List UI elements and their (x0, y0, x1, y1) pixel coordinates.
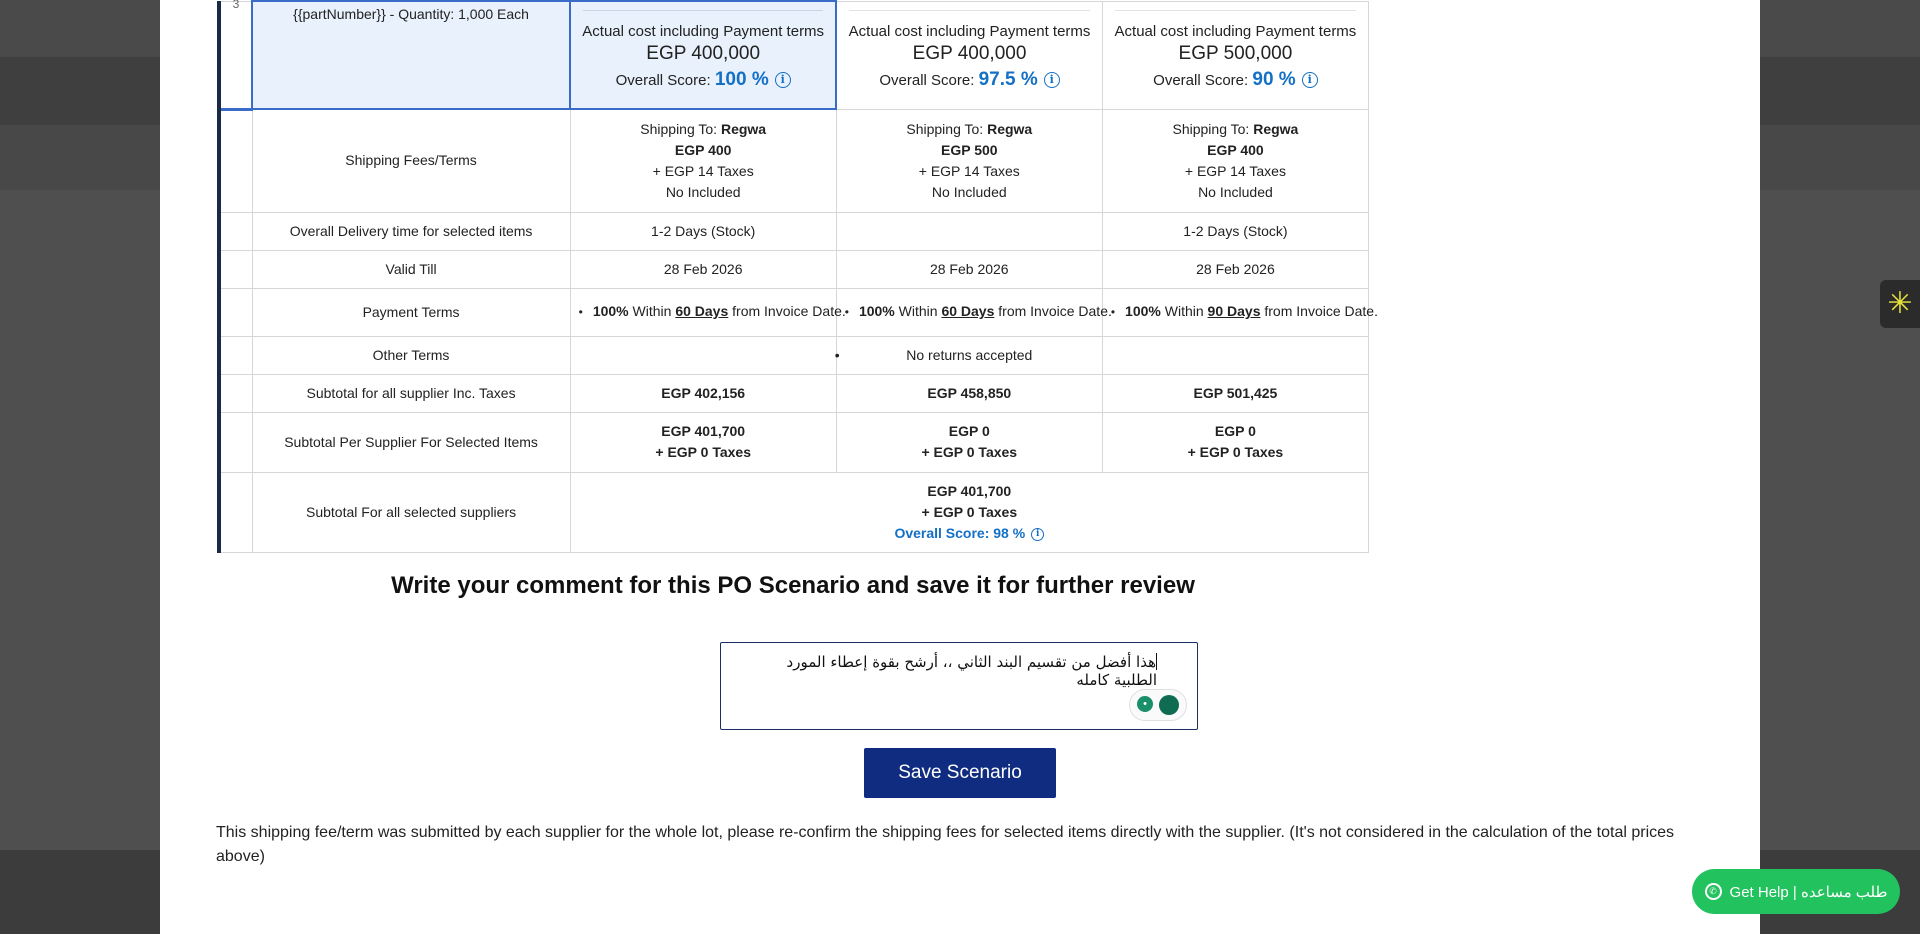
row-label: Shipping Fees/Terms (251, 108, 571, 213)
overall-score: Overall Score: 100 % i (575, 69, 831, 91)
subtotal-cell: EGP 458,850 (835, 373, 1103, 413)
delivery-cell: 1-2 Days (Stock) (569, 211, 837, 251)
valid-till-cell: 28 Feb 2026 (1101, 249, 1370, 289)
get-help-button[interactable]: ✆ Get Help | طلب مساعده (1692, 869, 1900, 914)
payment-term-cell: • 100% Within 90 Days from Invoice Date. (1101, 287, 1378, 337)
valid-till-row: Valid Till 28 Feb 2026 28 Feb 2026 28 Fe… (217, 249, 1370, 289)
cost-label: Actual cost including Payment terms (1114, 22, 1357, 40)
overall-score-total: Overall Score: 98 % (894, 524, 1026, 541)
subtotal-selected-row: Subtotal Per Supplier For Selected Items… (217, 411, 1370, 473)
overall-score: Overall Score: 97.5 % i (841, 69, 1098, 91)
cost-label: Actual cost including Payment terms (582, 23, 825, 40)
supplier-2-cost-cell[interactable]: Actual cost including Payment terms EGP … (835, 0, 1103, 110)
row-label: Other Terms (251, 335, 571, 375)
shipping-cell: Shipping To: Regwa EGP 400 + EGP 14 Taxe… (1101, 108, 1370, 213)
comment-textarea[interactable]: هذا أفضل من تقسيم البند الثاني ،، أرشح ب… (720, 642, 1198, 730)
subtotal-selected-cell: EGP 0 + EGP 0 Taxes (835, 411, 1103, 473)
shipping-cell: Shipping To: Regwa EGP 500 + EGP 14 Taxe… (835, 108, 1103, 213)
info-icon[interactable]: i (774, 72, 791, 88)
sparkle-widget-icon[interactable]: ✳ (1880, 280, 1920, 328)
valid-till-cell: 28 Feb 2026 (835, 249, 1103, 289)
shipping-cell: Shipping To: Regwa EGP 400 + EGP 14 Taxe… (569, 108, 837, 213)
grammarly-icon[interactable] (1159, 695, 1179, 715)
delivery-cell (835, 211, 1103, 251)
cost-value: EGP 500,000 (1178, 42, 1293, 64)
row-label: Subtotal For all selected suppliers (251, 471, 571, 553)
shipping-row: Shipping Fees/Terms Shipping To: Regwa E… (217, 108, 1370, 213)
comment-title: Write your comment for this PO Scenario … (391, 572, 1195, 599)
grammarly-widget[interactable]: • (1129, 689, 1187, 721)
comparison-table: 3 {{partNumber}} - Quantity: 1,000 Each … (217, 0, 1378, 553)
supplier-3-cost-cell[interactable]: Actual cost including Payment terms EGP … (1101, 0, 1370, 110)
subtotal-suppliers-row: Subtotal For all selected suppliers EGP … (217, 471, 1370, 553)
other-terms-row: Other Terms • No returns accepted (217, 335, 1370, 375)
payment-terms-row: Payment Terms • 100% Within 60 Days from … (217, 287, 1378, 337)
info-icon[interactable]: i (1043, 71, 1060, 88)
item-row: 3 {{partNumber}} - Quantity: 1,000 Each … (217, 0, 1370, 111)
item-description: {{partNumber}} - Quantity: 1,000 Each (250, 0, 572, 110)
text-caret (1156, 653, 1157, 670)
cost-value: EGP 400,000 (646, 43, 761, 64)
row-label: Overall Delivery time for selected items (251, 211, 571, 251)
subtotal-selected-cell: EGP 0 + EGP 0 Taxes (1101, 411, 1370, 473)
row-label: Payment Terms (251, 287, 571, 337)
subtotal-cell: EGP 501,425 (1101, 373, 1370, 413)
save-scenario-button[interactable]: Save Scenario (864, 748, 1056, 798)
delivery-cell: 1-2 Days (Stock) (1101, 211, 1370, 251)
subtotal-selected-cell: EGP 401,700 + EGP 0 Taxes (569, 411, 837, 473)
lightbulb-icon[interactable]: • (1137, 696, 1153, 712)
row-label: Subtotal for all supplier Inc. Taxes (251, 373, 571, 413)
subtotal-suppliers-cell: EGP 401,700 + EGP 0 Taxes Overall Score:… (569, 471, 1370, 553)
payment-term-cell: • 100% Within 60 Days from Invoice Date. (569, 287, 846, 337)
row-label: Subtotal Per Supplier For Selected Items (251, 411, 571, 473)
info-icon[interactable]: i (1031, 527, 1045, 541)
cost-value: EGP 400,000 (912, 42, 1027, 64)
subtotal-all-row: Subtotal for all supplier Inc. Taxes EGP… (217, 373, 1370, 413)
row-index: 3 (217, 0, 253, 111)
info-icon[interactable]: i (1301, 71, 1318, 88)
other-terms-cell (1101, 335, 1370, 375)
delivery-row: Overall Delivery time for selected items… (217, 211, 1370, 251)
supplier-1-cost-cell[interactable]: Actual cost including Payment terms EGP … (569, 0, 838, 110)
other-terms-cell (569, 335, 837, 375)
other-terms-cell: • No returns accepted (835, 335, 1103, 375)
valid-till-cell: 28 Feb 2026 (569, 249, 837, 289)
payment-term-cell: • 100% Within 60 Days from Invoice Date. (835, 287, 1112, 337)
shipping-note: This shipping fee/term was submitted by … (216, 824, 1675, 865)
whatsapp-icon: ✆ (1704, 883, 1722, 900)
cost-label: Actual cost including Payment terms (848, 22, 1091, 40)
row-label: Valid Till (251, 249, 571, 289)
overall-score: Overall Score: 90 % i (1107, 69, 1364, 91)
subtotal-cell: EGP 402,156 (569, 373, 837, 413)
